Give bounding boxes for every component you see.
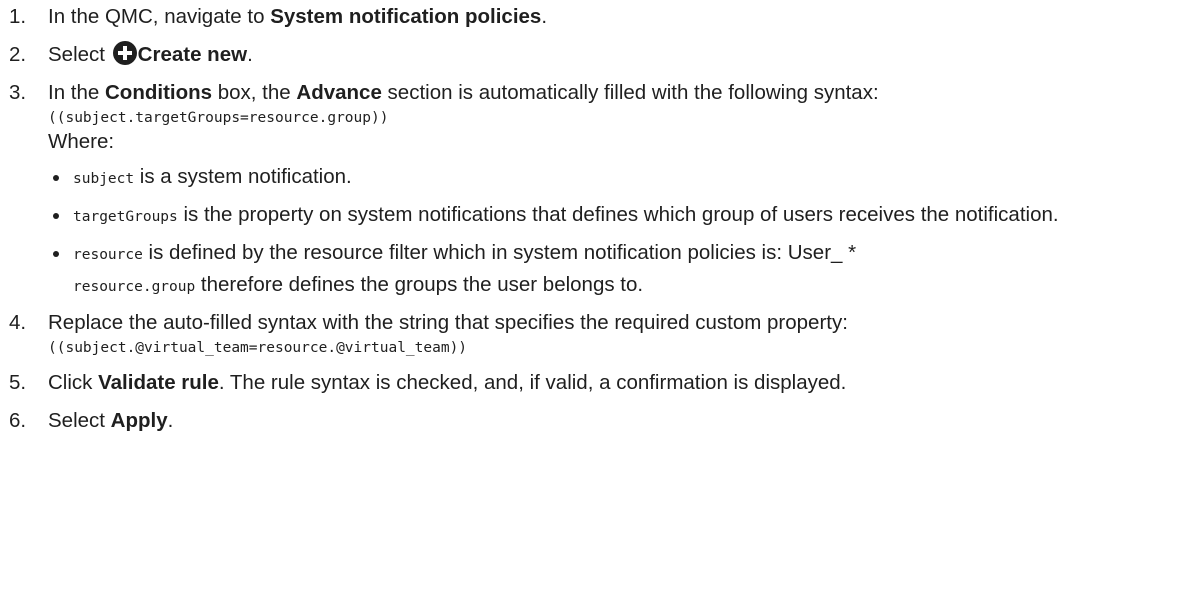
step-number: 1. [9, 5, 27, 28]
step-number: 4. [9, 311, 27, 334]
step-6: 6. Select Apply. [7, 407, 1171, 435]
step-text: Select Apply. [48, 407, 1171, 435]
ui-term-system-notification-policies: System notification policies [270, 5, 542, 28]
step-5: 5. Click Validate rule. The rule syntax … [7, 369, 1171, 397]
step-text: In the QMC, navigate to System notificat… [48, 3, 1171, 31]
ui-term-validate-rule: Validate rule [98, 371, 219, 394]
list-item: subject is a system notification. [53, 163, 1171, 191]
step-text-part: In the QMC, navigate to [48, 5, 271, 28]
ui-term-advance: Advance [296, 81, 382, 104]
inline-code: subject [73, 171, 135, 187]
step-number: 6. [9, 409, 27, 432]
ui-term-apply: Apply [110, 409, 168, 432]
ui-term-conditions: Conditions [105, 81, 213, 104]
inline-code: resource [73, 247, 143, 263]
step-text: Click Validate rule. The rule syntax is … [48, 369, 1171, 397]
step-number: 2. [9, 43, 27, 66]
list-item: targetGroups is the property on system n… [53, 201, 1171, 229]
step-text: In the Conditions box, the Advance secti… [48, 79, 1171, 155]
bullet-icon [53, 213, 59, 219]
step-text-part: Select [48, 409, 111, 432]
bullet-text: is a system notification. [134, 165, 352, 188]
step-text: Replace the auto-filled syntax with the … [48, 309, 1171, 359]
step-text-part: . [541, 5, 548, 28]
step-text-part: Select [48, 43, 111, 66]
step-number: 3. [9, 81, 27, 104]
procedure-steps: 1. In the QMC, navigate to System notifi… [7, 3, 1171, 435]
bullet-text: is defined by the resource filter which … [142, 241, 857, 264]
step-text-part: . [247, 43, 253, 66]
step-text-part: box, the [212, 81, 297, 104]
step-number: 5. [9, 371, 27, 394]
step-text: Select Create new. [48, 41, 1171, 69]
bullet-text: is the property on system notifications … [177, 203, 1059, 226]
ui-term-create-new: Create new [137, 43, 248, 66]
step-text-part: In the [48, 81, 105, 104]
step-text-part: Replace the auto-filled syntax with the … [48, 311, 848, 334]
custom-property-syntax-code: ((subject.@virtual_team=resource.@virtua… [48, 340, 468, 356]
inline-code: resource.group [73, 279, 196, 295]
where-label: Where: [48, 130, 115, 153]
bullet-icon [53, 251, 59, 257]
syntax-explanation-list: subject is a system notification. target… [7, 163, 1171, 267]
document-page: 1. In the QMC, navigate to System notifi… [0, 0, 1181, 602]
step-1: 1. In the QMC, navigate to System notifi… [7, 3, 1171, 31]
step-3: 3. In the Conditions box, the Advance se… [7, 79, 1171, 155]
bullet-continuation: resource.group therefore defines the gro… [73, 271, 1171, 299]
bullet-icon [53, 175, 59, 181]
list-item: resource is defined by the resource filt… [53, 239, 1171, 267]
step-text-part: . [167, 409, 174, 432]
step-text-part: . The rule syntax is checked, and, if va… [218, 371, 847, 394]
step-4: 4. Replace the auto-filled syntax with t… [7, 309, 1171, 359]
step-2: 2. Select Create new. [7, 41, 1171, 69]
step-3-details: subject is a system notification. target… [7, 163, 1171, 299]
step-text-part: Click [48, 371, 99, 394]
step-text-part: therefore defines the groups the user be… [195, 273, 644, 296]
plus-circle-icon [112, 41, 137, 65]
step-text-part: section is automatically filled with the… [381, 81, 879, 104]
default-syntax-code: ((subject.targetGroups=resource.group)) [48, 110, 389, 126]
inline-code: targetGroups [73, 209, 178, 225]
